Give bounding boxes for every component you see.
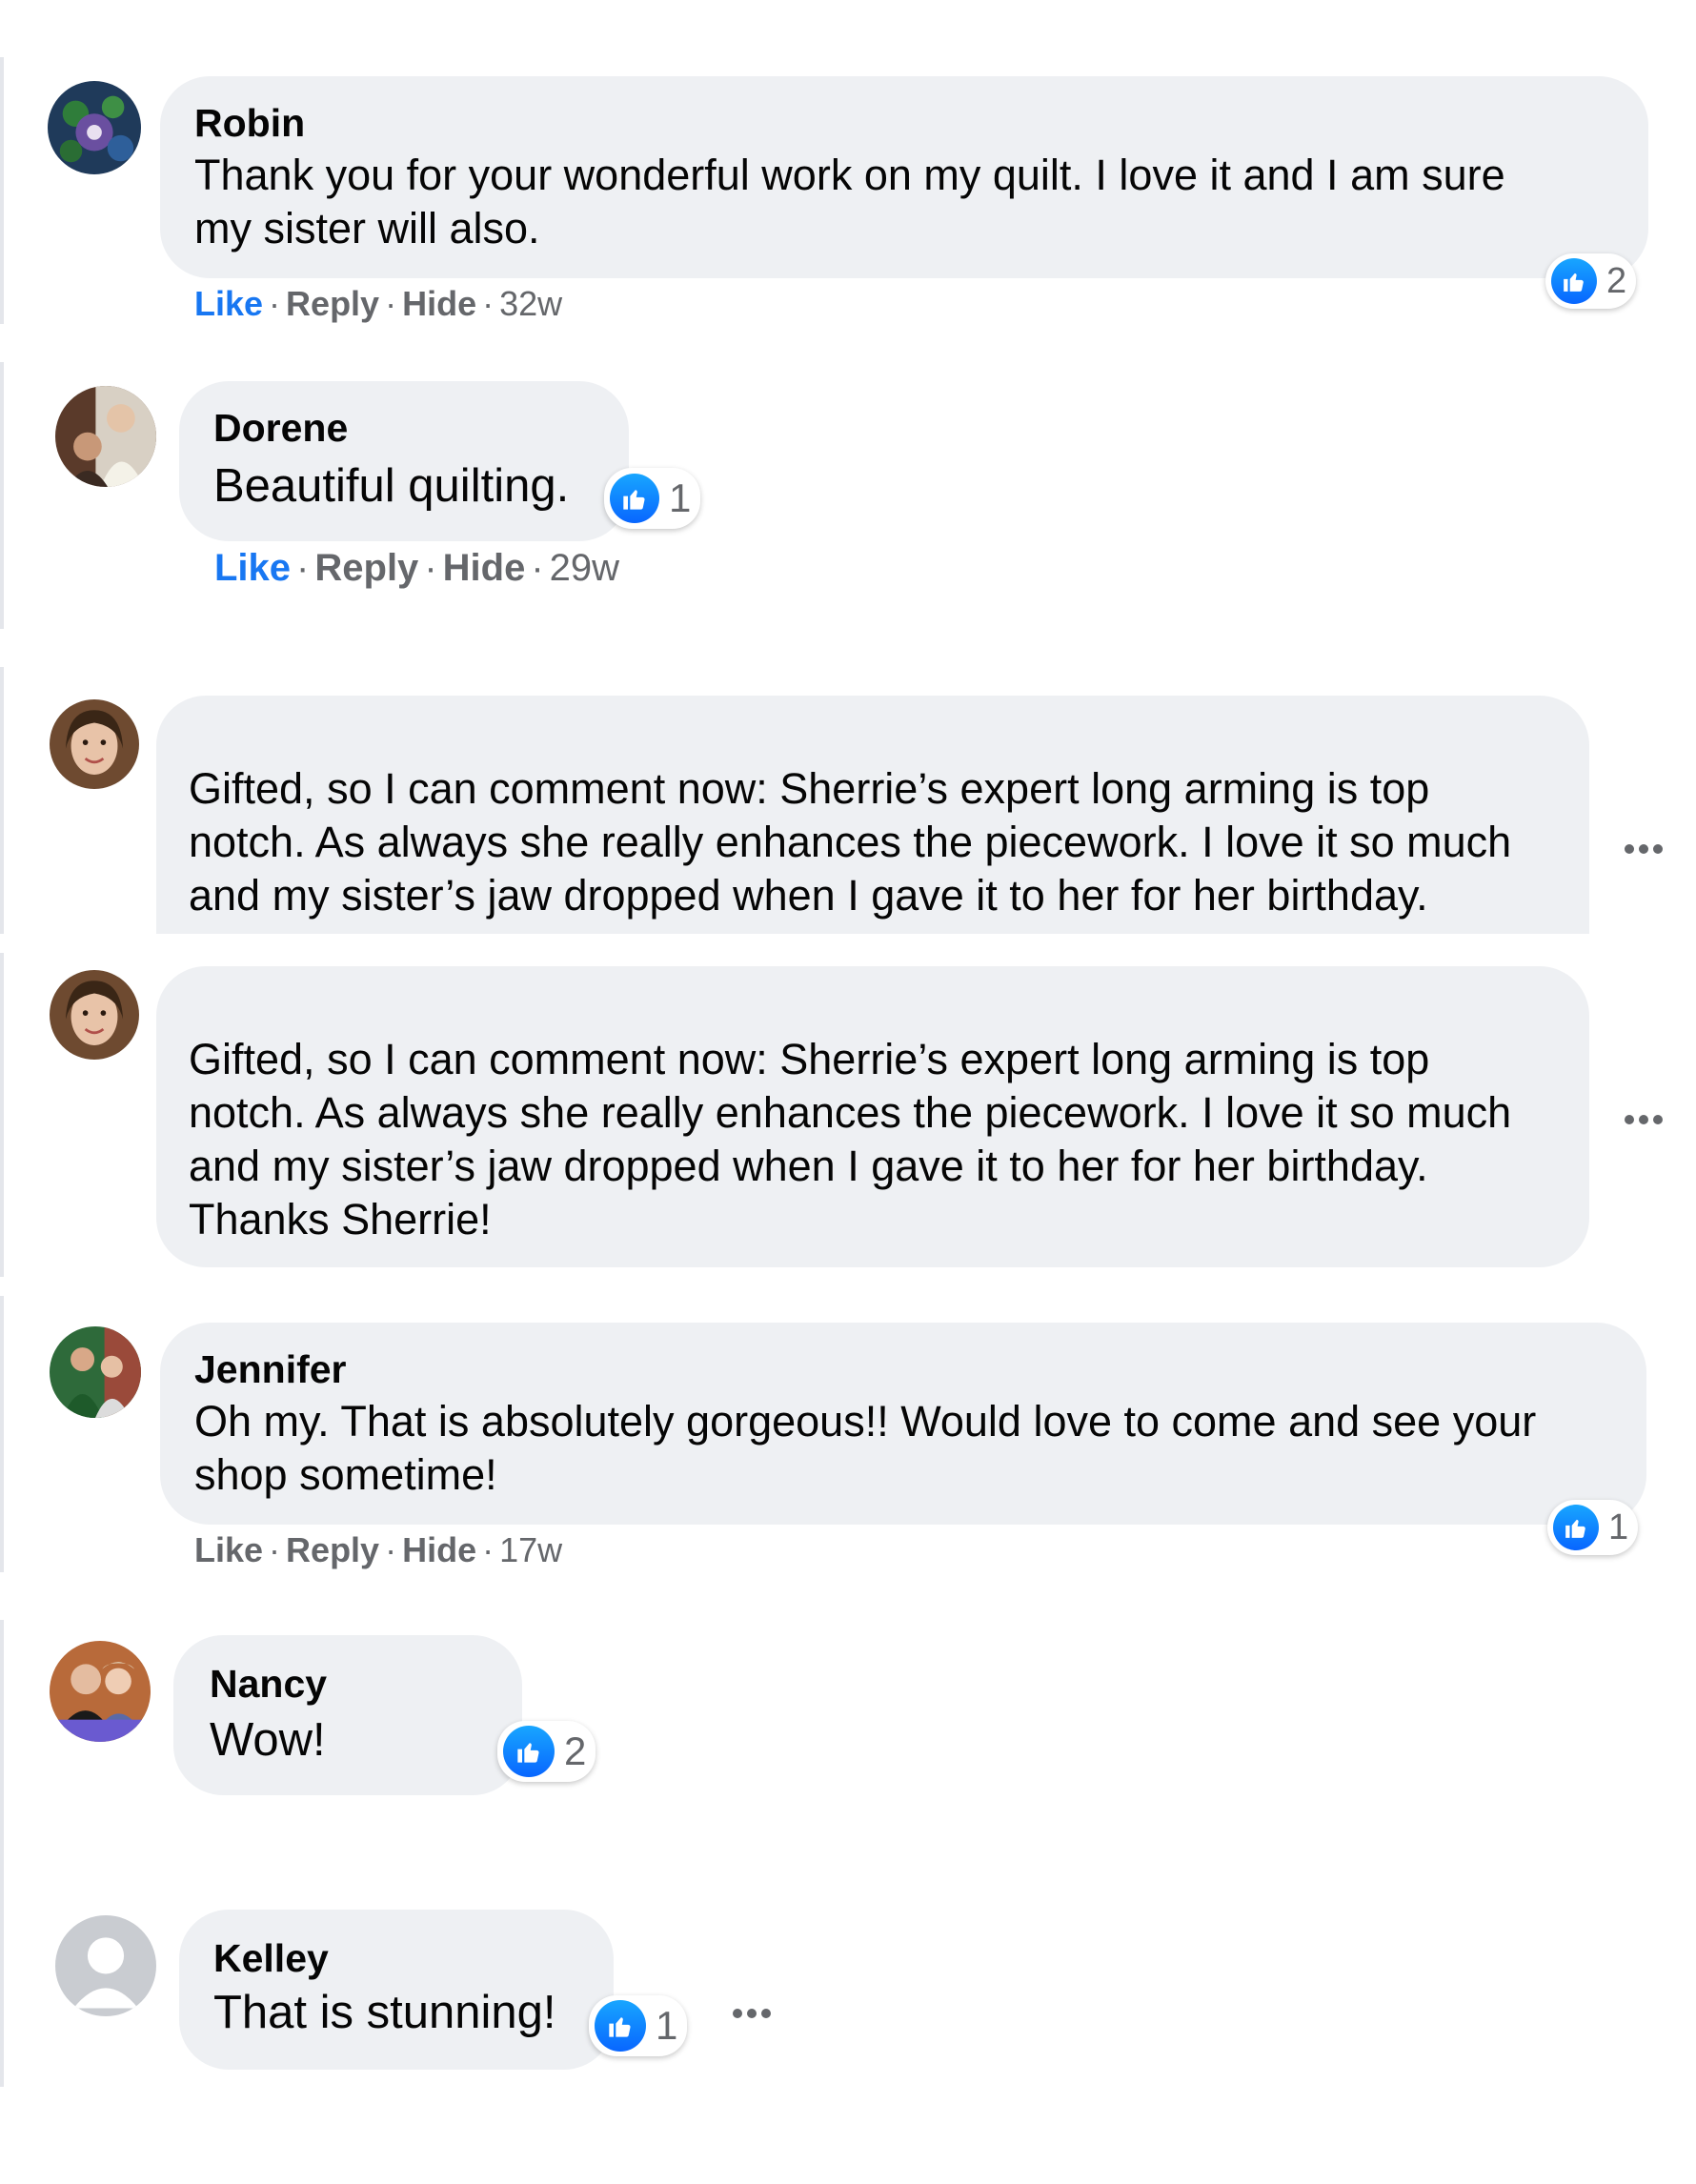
comment-author[interactable]: Jennifer [194, 1347, 347, 1392]
thread-line [0, 57, 4, 324]
thread-line [0, 1887, 4, 2087]
reaction-badge[interactable]: 1 [604, 468, 701, 529]
comment-line: shop sometime! [194, 1450, 497, 1499]
like-link[interactable]: Like [214, 547, 291, 589]
comment-line: Thank you for your wonderful work on my … [194, 151, 1505, 199]
comment-line: notch. As always she really enhances the… [189, 818, 1512, 866]
thread-line [0, 667, 4, 934]
comment-text: Wow! [210, 1714, 326, 1766]
comment-line: Gifted, so I can comment now: Sherrie’s … [189, 1035, 1430, 1083]
comment-line: my sister will also. [194, 204, 540, 253]
comment-bubble: Nancy Wow! [173, 1635, 522, 1795]
comment-line: Oh my. That is absolutely gorgeous!! Wou… [194, 1397, 1537, 1446]
avatar[interactable] [50, 970, 139, 1060]
comment-text: Gifted, so I can comment now: Sherrie’s … [189, 1033, 1511, 1246]
comment-actions: Like · Reply · Hide · 17w [194, 1530, 563, 1569]
reaction-badge[interactable]: 2 [1545, 253, 1637, 309]
comment-line: and my sister’s jaw dropped when I gave … [189, 871, 1428, 920]
thumbs-up-icon [1553, 1505, 1599, 1550]
comment-author[interactable]: Nancy [210, 1662, 327, 1707]
avatar[interactable] [55, 1915, 156, 2016]
comment-actions: Like · Reply · Hide · 32w [194, 284, 563, 323]
avatar[interactable] [55, 386, 156, 487]
comment-text: Oh my. That is absolutely gorgeous!! Wou… [194, 1395, 1536, 1502]
thread-line [0, 362, 4, 629]
comment-text: Thank you for your wonderful work on my … [194, 149, 1505, 255]
comment-actions: Like · Reply · Hide · 29w [214, 547, 620, 589]
more-horizontal-icon[interactable] [732, 1986, 772, 2029]
comment-bubble: Robin Thank you for your wonderful work … [160, 76, 1648, 278]
thumbs-up-icon [610, 474, 659, 523]
thumbs-up-icon [503, 1726, 555, 1777]
hide-link[interactable]: Hide [443, 547, 526, 589]
avatar[interactable] [50, 699, 139, 789]
thread-line [0, 1296, 4, 1572]
timestamp[interactable]: 32w [499, 284, 562, 323]
like-link[interactable]: Like [194, 1530, 263, 1569]
reaction-count: 2 [1606, 260, 1627, 301]
avatar[interactable] [50, 1641, 151, 1742]
comment-author[interactable]: Robin [194, 101, 305, 146]
comment-line: notch. As always she really enhances the… [189, 1088, 1512, 1137]
comment-bubble: Gifted, so I can comment now: Sherrie’s … [156, 966, 1589, 1267]
comment-bubble: Jennifer Oh my. That is absolutely gorge… [160, 1323, 1646, 1525]
more-horizontal-icon[interactable] [1624, 1092, 1664, 1135]
reaction-count: 1 [656, 2003, 678, 2048]
avatar[interactable] [50, 1326, 141, 1418]
avatar[interactable] [48, 81, 141, 174]
hide-link[interactable]: Hide [402, 1530, 476, 1569]
timestamp[interactable]: 17w [499, 1530, 562, 1569]
thumbs-up-icon [1551, 258, 1597, 304]
comment-line: and my sister’s jaw dropped when I gave … [189, 1142, 1428, 1190]
comment-author[interactable]: Dorene [213, 406, 348, 451]
comment-text: Gifted, so I can comment now: Sherrie’s … [189, 762, 1511, 922]
reaction-badge[interactable]: 1 [1547, 1500, 1639, 1555]
comment-line: Thanks Sherrie! [189, 1195, 492, 1244]
like-link[interactable]: Like [194, 284, 263, 323]
hide-link[interactable]: Hide [402, 284, 476, 323]
reaction-badge[interactable]: 2 [497, 1721, 596, 1782]
comment-text: Beautiful quilting. [213, 460, 570, 512]
reaction-count: 1 [669, 475, 692, 520]
comment-bubble: Gifted, so I can comment now: Sherrie’s … [156, 696, 1589, 934]
reply-link[interactable]: Reply [286, 284, 379, 323]
timestamp[interactable]: 29w [550, 547, 619, 589]
reply-link[interactable]: Reply [286, 1530, 379, 1569]
reply-link[interactable]: Reply [314, 547, 418, 589]
comment-bubble: Kelley That is stunning! [179, 1910, 614, 2070]
reaction-count: 1 [1608, 1507, 1629, 1547]
comment-bubble: Dorene Beautiful quilting. [179, 381, 629, 541]
reaction-badge[interactable]: 1 [589, 1995, 688, 2056]
thumbs-up-icon [595, 2000, 646, 2052]
comment-text: That is stunning! [213, 1987, 556, 2038]
comment-line: Gifted, so I can comment now: Sherrie’s … [189, 764, 1430, 813]
more-horizontal-icon[interactable] [1624, 821, 1664, 864]
reaction-count: 2 [564, 1729, 587, 1773]
thread-line [0, 953, 4, 1277]
comment-author[interactable]: Kelley [213, 1936, 329, 1981]
thread-line [0, 1620, 4, 1906]
